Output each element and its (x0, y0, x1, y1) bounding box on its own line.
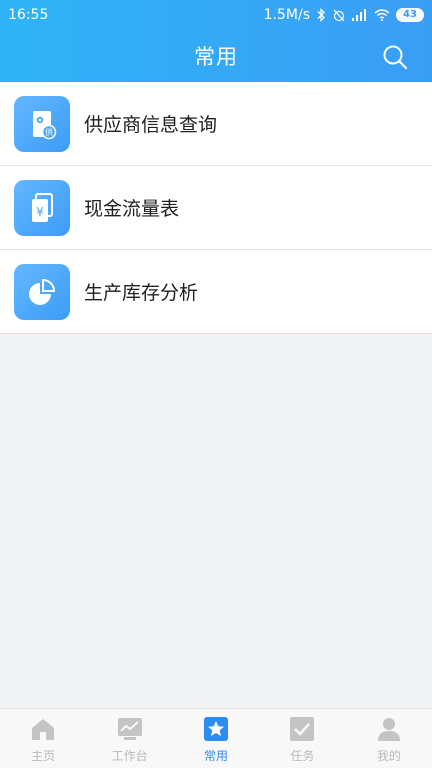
pie-chart-icon (14, 263, 70, 320)
tab-label: 我的 (376, 749, 401, 763)
user-icon (375, 715, 403, 743)
list-item-label: 现金流量表 (84, 198, 180, 220)
list-item-label: 供应商信息查询 (84, 114, 218, 136)
title-bar: 常用 (0, 30, 432, 82)
status-time: 16:55 (8, 7, 49, 23)
search-icon (383, 45, 408, 70)
bluetooth-icon (316, 8, 326, 22)
tab-label: 主页 (31, 749, 56, 763)
signal-icon (352, 9, 368, 21)
status-indicators: 1.5M/s 43 (264, 7, 424, 23)
list-item-label: 生产库存分析 (84, 282, 199, 304)
workbench-icon (116, 715, 144, 743)
task-check-icon (288, 715, 316, 743)
svg-text:¥: ¥ (36, 205, 44, 219)
favorites-list: 供 供应商信息查询 ¥ 现金流量表 生产库存分析 (0, 82, 432, 334)
tab-label: 常用 (204, 749, 229, 763)
tab-favorites[interactable]: 常用 (173, 709, 259, 768)
supplier-icon: 供 (14, 95, 70, 152)
list-item-cash-flow[interactable]: ¥ 现金流量表 (0, 166, 432, 250)
page-title: 常用 (194, 45, 238, 69)
status-bar: 16:55 1.5M/s 43 (0, 0, 432, 30)
tab-workbench[interactable]: 工作台 (86, 709, 172, 768)
star-icon (202, 715, 230, 743)
cash-flow-icon: ¥ (14, 179, 70, 236)
search-button[interactable] (380, 42, 410, 72)
tab-label: 任务 (290, 749, 315, 763)
battery-indicator: 43 (396, 8, 424, 22)
alarm-off-icon (332, 8, 346, 22)
tab-tasks[interactable]: 任务 (259, 709, 345, 768)
home-icon (29, 715, 57, 743)
bottom-tab-bar: 主页 工作台 常用 任务 我的 (0, 708, 432, 768)
list-item-inventory-analysis[interactable]: 生产库存分析 (0, 250, 432, 334)
wifi-icon (374, 9, 390, 21)
network-speed: 1.5M/s (263, 7, 310, 23)
tab-label: 工作台 (111, 749, 148, 763)
app-header: 16:55 1.5M/s 43 常用 (0, 0, 432, 82)
tab-profile[interactable]: 我的 (346, 709, 432, 768)
svg-text:供: 供 (45, 127, 53, 137)
list-item-supplier-query[interactable]: 供 供应商信息查询 (0, 82, 432, 166)
tab-home[interactable]: 主页 (0, 709, 86, 768)
